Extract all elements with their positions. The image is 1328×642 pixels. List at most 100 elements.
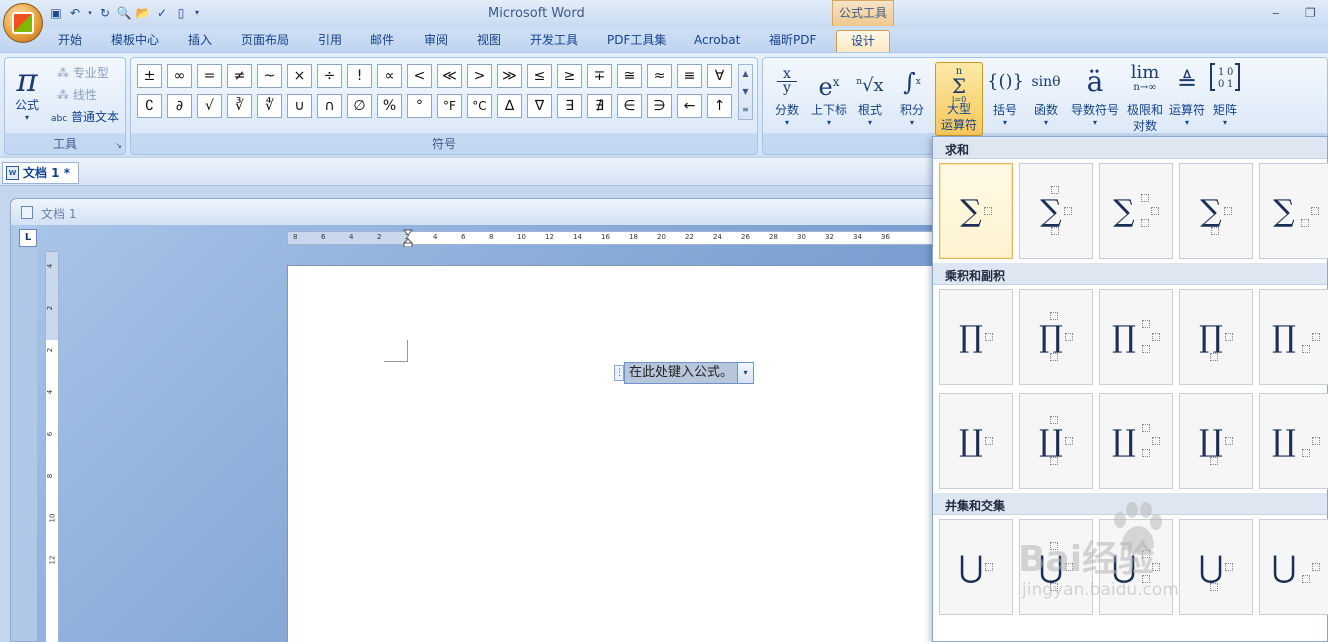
tab-selector[interactable]: L: [19, 229, 37, 247]
symbol-button[interactable]: ~: [257, 64, 282, 88]
tab-home[interactable]: 开始: [58, 32, 82, 52]
bracket-button[interactable]: {()} 括号 ▾: [987, 62, 1024, 127]
symbol-button[interactable]: ∝: [377, 64, 402, 88]
tab-insert[interactable]: 插入: [188, 32, 212, 52]
document-tab[interactable]: W 文档 1 *: [2, 162, 79, 184]
function-button[interactable]: sinθ 函数 ▾: [1027, 62, 1065, 127]
dialog-launcher-icon[interactable]: ↘: [115, 141, 122, 150]
customize-qat-icon[interactable]: ▾: [192, 5, 202, 21]
symbol-button[interactable]: >: [467, 64, 492, 88]
symbol-button[interactable]: ≪: [437, 64, 462, 88]
product-with-limits-option[interactable]: ∏: [1019, 289, 1093, 385]
tab-pdf-tools[interactable]: PDF工具集: [607, 32, 666, 52]
tab-review[interactable]: 审阅: [424, 32, 448, 52]
symbol-button[interactable]: ←: [677, 94, 702, 118]
script-button[interactable]: ex 上下标 ▾: [809, 62, 849, 127]
print-preview-icon[interactable]: 🔍: [116, 5, 132, 21]
scroll-down-icon[interactable]: ▼: [739, 83, 752, 101]
accent-button[interactable]: ä 导数符号 ▾: [1069, 62, 1121, 127]
undo-icon[interactable]: ↶: [67, 5, 83, 21]
tab-view[interactable]: 视图: [477, 32, 501, 52]
tab-design[interactable]: 设计: [836, 30, 891, 52]
symbol-button[interactable]: °: [407, 94, 432, 118]
equation-options-icon[interactable]: ▾: [738, 362, 755, 384]
save-icon[interactable]: ▣: [48, 5, 64, 21]
product-operator-option[interactable]: ∏: [939, 289, 1013, 385]
product-with-lower-limit-option[interactable]: ∏: [1179, 289, 1253, 385]
symbol-button[interactable]: ∜: [257, 94, 282, 118]
restore-icon[interactable]: ❐: [1305, 6, 1316, 20]
symbol-button[interactable]: ∆: [497, 94, 522, 118]
new-document-icon[interactable]: ▯: [173, 5, 189, 21]
coproduct-with-limits-option[interactable]: ∐: [1019, 393, 1093, 489]
horizontal-ruler[interactable]: 8 6 4 2 2 4 6 8 10 12 14 16 18 20 22 24 26 28 30 32 34 36: [287, 231, 937, 245]
spelling-icon[interactable]: ✓: [154, 5, 170, 21]
undo-dropdown-icon[interactable]: ▾: [86, 5, 94, 21]
sum-with-lower-limit-option[interactable]: ∑: [1179, 163, 1253, 259]
union-with-limits-option[interactable]: ⋃: [1019, 519, 1093, 615]
more-icon[interactable]: ≡: [739, 101, 752, 119]
vertical-ruler[interactable]: 4 2 2 4 6 8 10 12: [45, 251, 59, 642]
symbol-button[interactable]: ≫: [497, 64, 522, 88]
symbol-button[interactable]: ≤: [527, 64, 552, 88]
symbol-button[interactable]: °C: [467, 94, 492, 118]
symbol-button[interactable]: ∞: [167, 64, 192, 88]
symbol-button[interactable]: ∛: [227, 94, 252, 118]
symbol-button[interactable]: !: [347, 64, 372, 88]
symbol-button[interactable]: ≥: [557, 64, 582, 88]
tab-references[interactable]: 引用: [318, 32, 342, 52]
tab-page-layout[interactable]: 页面布局: [241, 32, 289, 52]
symbol-button[interactable]: <: [407, 64, 432, 88]
equation-input[interactable]: 在此处键入公式。: [624, 362, 739, 384]
normal-text-button[interactable]: abc 普通文本: [51, 108, 119, 125]
symbol-button[interactable]: ∓: [587, 64, 612, 88]
symbol-button[interactable]: ∁: [137, 94, 162, 118]
document-page[interactable]: [287, 265, 987, 642]
minimize-icon[interactable]: ‒: [1272, 6, 1280, 20]
symbol-button[interactable]: %: [377, 94, 402, 118]
symbol-button[interactable]: ≅: [617, 64, 642, 88]
symbol-button[interactable]: ∀: [707, 64, 732, 88]
sum-with-subscript-option[interactable]: ∑: [1259, 163, 1328, 259]
tab-acrobat[interactable]: Acrobat: [694, 32, 740, 52]
symbol-button[interactable]: ≡: [677, 64, 702, 88]
scroll-up-icon[interactable]: ▲: [739, 65, 752, 83]
symbol-button[interactable]: √: [197, 94, 222, 118]
equation-handle-icon[interactable]: ⋮: [614, 365, 624, 381]
matrix-button[interactable]: 1 0 0 1 矩阵 ▾: [1207, 62, 1243, 127]
linear-button[interactable]: ⁂ 线性: [57, 86, 97, 103]
tab-foxit-pdf[interactable]: 福昕PDF: [769, 32, 816, 52]
symbol-button[interactable]: ÷: [317, 64, 342, 88]
tab-developer[interactable]: 开发工具: [530, 32, 578, 52]
sum-with-limits-option[interactable]: ∑: [1019, 163, 1093, 259]
union-with-lower-limit-option[interactable]: ⋃: [1179, 519, 1253, 615]
union-operator-option[interactable]: ⋃: [939, 519, 1013, 615]
large-operator-button[interactable]: n Σ i=0 大型 运算符: [935, 62, 983, 136]
symbols-scroll[interactable]: ▲ ▼ ≡: [738, 64, 753, 120]
product-with-sub-sup-option[interactable]: ∏: [1099, 289, 1173, 385]
coproduct-with-lower-limit-option[interactable]: ∐: [1179, 393, 1253, 489]
product-with-subscript-option[interactable]: ∏: [1259, 289, 1328, 385]
sum-with-sub-sup-option[interactable]: ∑: [1099, 163, 1173, 259]
professional-button[interactable]: ⁂ 专业型: [57, 64, 109, 81]
coproduct-operator-option[interactable]: ∐: [939, 393, 1013, 489]
coproduct-with-sub-sup-option[interactable]: ∐: [1099, 393, 1173, 489]
tab-mailings[interactable]: 邮件: [370, 32, 394, 52]
symbol-button[interactable]: =: [197, 64, 222, 88]
symbol-button[interactable]: ×: [287, 64, 312, 88]
integral-button[interactable]: ∫x 积分 ▾: [895, 62, 929, 127]
union-with-sub-sup-option[interactable]: ⋃: [1099, 519, 1173, 615]
symbol-button[interactable]: ±: [137, 64, 162, 88]
symbol-button[interactable]: ∅: [347, 94, 372, 118]
symbol-button[interactable]: ∩: [317, 94, 342, 118]
symbol-button[interactable]: ∋: [647, 94, 672, 118]
tab-template-center[interactable]: 模板中心: [111, 32, 159, 52]
open-icon[interactable]: 📂: [135, 5, 151, 21]
symbol-button[interactable]: ∪: [287, 94, 312, 118]
redo-icon[interactable]: ↻: [97, 5, 113, 21]
symbol-button[interactable]: ∂: [167, 94, 192, 118]
formula-button[interactable]: π 公式 ▾: [7, 62, 47, 122]
equation-box[interactable]: ⋮ 在此处键入公式。 ▾: [614, 362, 755, 384]
union-with-subscript-option[interactable]: ⋃: [1259, 519, 1328, 615]
symbol-button[interactable]: ∄: [587, 94, 612, 118]
